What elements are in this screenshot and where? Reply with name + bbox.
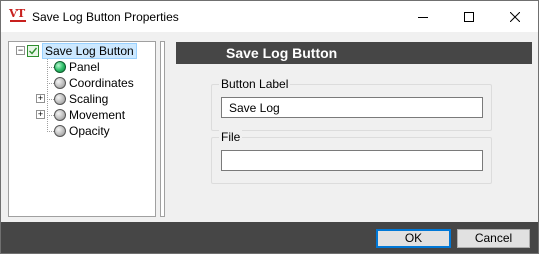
close-button[interactable]	[492, 1, 538, 32]
expand-toggle[interactable]: +	[36, 94, 45, 103]
tree-item-label: Panel	[69, 60, 100, 74]
status-dot-icon	[54, 109, 66, 121]
maximize-button[interactable]	[446, 1, 492, 32]
close-icon	[510, 11, 520, 22]
button-object-icon	[27, 45, 39, 57]
tree-item-label: Scaling	[69, 92, 109, 106]
file-group-label: File	[219, 130, 243, 144]
tree-item-panel[interactable]: Panel	[54, 59, 100, 75]
tree-item-root-label: Save Log Button	[42, 43, 137, 59]
tree-item-root[interactable]: Save Log Button	[27, 43, 137, 59]
button-label-group: Button Label	[211, 77, 492, 131]
panel-header: Save Log Button	[176, 42, 532, 64]
ok-button[interactable]: OK	[376, 229, 451, 248]
maximize-icon	[464, 11, 474, 22]
minimize-icon	[418, 16, 428, 18]
tree-item-label: Opacity	[69, 124, 110, 138]
title-bar[interactable]: VT Save Log Button Properties	[1, 1, 538, 32]
tree-item-label: Coordinates	[69, 76, 134, 90]
tree-item-opacity[interactable]: Opacity	[54, 123, 110, 139]
status-dot-icon	[54, 93, 66, 105]
tree-item-movement[interactable]: Movement	[54, 107, 125, 123]
collapse-toggle[interactable]: −	[16, 46, 25, 55]
tree-item-scaling[interactable]: Scaling	[54, 91, 108, 107]
status-dot-icon	[54, 61, 66, 73]
expand-toggle[interactable]: +	[36, 110, 45, 119]
file-input[interactable]	[221, 150, 483, 171]
app-logo-icon: VT	[9, 8, 29, 24]
cancel-button[interactable]: Cancel	[457, 229, 530, 248]
tree-item-coordinates[interactable]: Coordinates	[54, 75, 134, 91]
property-tree[interactable]: − Save Log Button Panel Coordinates + Sc…	[8, 41, 156, 217]
button-label-input[interactable]	[221, 97, 483, 118]
button-label-group-label: Button Label	[219, 77, 291, 91]
panel-header-title: Save Log Button	[226, 45, 338, 61]
properties-dialog: VT Save Log Button Properties − Save Log…	[0, 0, 539, 254]
status-dot-icon	[54, 77, 66, 89]
app-logo-text: VT	[9, 7, 25, 20]
file-group: File	[211, 130, 492, 184]
status-dot-icon	[54, 125, 66, 137]
tree-item-label: Movement	[69, 108, 126, 122]
minimize-button[interactable]	[400, 1, 446, 32]
panel-splitter[interactable]	[160, 41, 165, 217]
window-title: Save Log Button Properties	[32, 10, 179, 24]
